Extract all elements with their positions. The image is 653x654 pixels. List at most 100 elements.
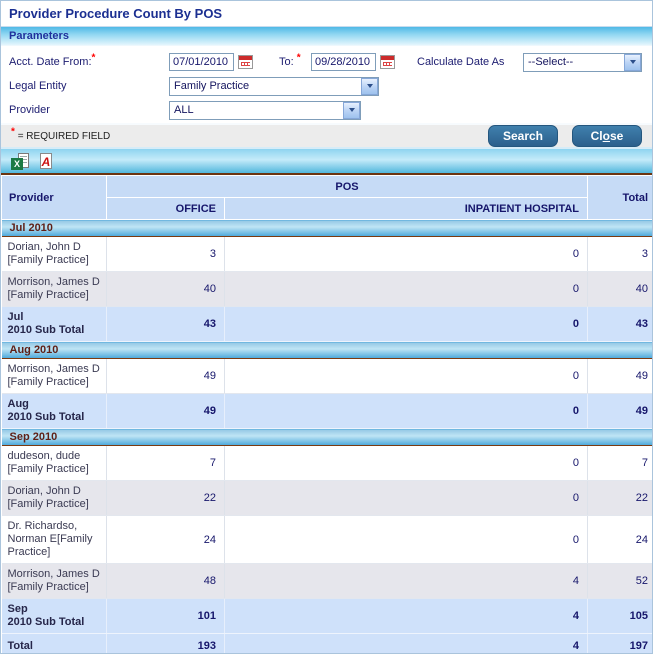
row-total-cell: 52 — [588, 564, 653, 599]
subtotal-total-cell: 105 — [588, 599, 653, 634]
to-label-text: To: — [279, 56, 294, 68]
table-row: Morrison, James D [Family Practice] 40 0… — [2, 272, 653, 307]
provider-name-cell: Dorian, John D [Family Practice] — [2, 481, 107, 516]
col-header-provider: Provider — [2, 176, 107, 220]
parameters-form: Acct. Date From:* To: * Calculate Date A… — [1, 46, 652, 123]
close-button-label: se — [610, 129, 623, 143]
subtotal-office-cell: 49 — [107, 394, 225, 429]
required-asterisk: * — [92, 52, 96, 63]
table-row: dudeson, dude [Family Practice] 7 0 7 — [2, 446, 653, 481]
subtotal-office-cell: 43 — [107, 307, 225, 342]
search-button[interactable]: Search — [488, 125, 558, 147]
office-count-cell: 40 — [107, 272, 225, 307]
col-header-pos: POS — [107, 176, 588, 198]
page-title: Provider Procedure Count By POS — [1, 1, 652, 27]
calendar-icon-from[interactable] — [238, 55, 253, 69]
provider-select[interactable]: ALL — [169, 101, 361, 120]
to-label: To: * — [279, 56, 311, 68]
subtotal-total-cell: 43 — [588, 307, 653, 342]
acct-date-from-input[interactable] — [169, 53, 234, 71]
office-count-cell: 22 — [107, 481, 225, 516]
table-row: Morrison, James D [Family Practice] 48 4… — [2, 564, 653, 599]
close-button-label: Cl — [591, 129, 603, 143]
month-section-header: Aug 2010 — [2, 342, 653, 359]
form-row-provider: Provider ALL — [1, 98, 652, 122]
month-section-label: Jul 2010 — [2, 220, 653, 237]
action-buttons: Search Close — [488, 125, 642, 147]
subtotal-row: Jul 2010 Sub Total 43 0 43 — [2, 307, 653, 342]
excel-x-glyph: X — [11, 158, 23, 170]
provider-name-cell: dudeson, dude [Family Practice] — [2, 446, 107, 481]
office-count-cell: 24 — [107, 516, 225, 564]
provider-name-cell: Dr. Richardso, Norman E[Family Practice] — [2, 516, 107, 564]
inpatient-count-cell: 0 — [225, 359, 588, 394]
calculate-date-as-select[interactable]: --Select-- — [523, 53, 642, 72]
col-header-office: OFFICE — [107, 198, 225, 220]
table-row: Dr. Richardso, Norman E[Family Practice]… — [2, 516, 653, 564]
subtotal-label-cell: Aug 2010 Sub Total — [2, 394, 107, 429]
calendar-icon-to[interactable] — [380, 55, 395, 69]
subtotal-label-cell: Total — [2, 634, 107, 654]
provider-name-cell: Morrison, James D [Family Practice] — [2, 359, 107, 394]
table-row: Morrison, James D [Family Practice] 49 0… — [2, 359, 653, 394]
pdf-a-glyph: A — [37, 156, 55, 168]
subtotal-inpatient-cell: 4 — [225, 634, 588, 654]
inpatient-count-cell: 0 — [225, 237, 588, 272]
form-row-dates: Acct. Date From:* To: * Calculate Date A… — [1, 50, 652, 74]
legal-entity-label: Legal Entity — [9, 80, 169, 92]
month-section-header: Sep 2010 — [2, 429, 653, 446]
month-section-label: Sep 2010 — [2, 429, 653, 446]
acct-date-to-input[interactable] — [311, 53, 376, 71]
inpatient-count-cell: 4 — [225, 564, 588, 599]
required-field-bar: * = REQUIRED FIELD Search Close — [1, 123, 652, 149]
provider-label: Provider — [9, 104, 169, 116]
subtotal-office-cell: 101 — [107, 599, 225, 634]
subtotal-office-cell: 193 — [107, 634, 225, 654]
pdf-export-icon[interactable]: A — [37, 153, 55, 170]
col-header-inpatient: INPATIENT HOSPITAL — [225, 198, 588, 220]
calculate-date-as-value: --Select-- — [524, 56, 624, 68]
subtotal-label-cell: Jul 2010 Sub Total — [2, 307, 107, 342]
row-total-cell: 49 — [588, 359, 653, 394]
table-row: Dorian, John D [Family Practice] 22 0 22 — [2, 481, 653, 516]
chevron-down-icon — [343, 102, 360, 119]
inpatient-count-cell: 0 — [225, 481, 588, 516]
report-window: Provider Procedure Count By POS Paramete… — [0, 0, 653, 654]
close-button[interactable]: Close — [572, 125, 642, 147]
subtotal-total-cell: 49 — [588, 394, 653, 429]
excel-export-icon[interactable]: X — [11, 153, 29, 170]
acct-date-from-label-text: Acct. Date From: — [9, 56, 92, 68]
acct-date-from-label: Acct. Date From:* — [9, 56, 169, 68]
table-row: Dorian, John D [Family Practice] 3 0 3 — [2, 237, 653, 272]
inpatient-count-cell: 0 — [225, 516, 588, 564]
office-count-cell: 49 — [107, 359, 225, 394]
col-header-total: Total — [588, 176, 653, 220]
subtotal-row: Aug 2010 Sub Total 49 0 49 — [2, 394, 653, 429]
legal-entity-select[interactable]: Family Practice — [169, 77, 379, 96]
provider-name-cell: Dorian, John D [Family Practice] — [2, 237, 107, 272]
subtotal-total-cell: 197 — [588, 634, 653, 654]
row-total-cell: 22 — [588, 481, 653, 516]
required-field-note: * = REQUIRED FIELD — [11, 131, 110, 142]
provider-name-cell: Morrison, James D [Family Practice] — [2, 272, 107, 307]
form-row-legal-entity: Legal Entity Family Practice — [1, 74, 652, 98]
required-asterisk: * — [297, 52, 301, 63]
required-field-note-text: = REQUIRED FIELD — [18, 131, 111, 142]
month-section-header: Jul 2010 — [2, 220, 653, 237]
parameters-section-header: Parameters — [1, 27, 652, 46]
subtotal-row: Sep 2010 Sub Total 101 4 105 — [2, 599, 653, 634]
row-total-cell: 40 — [588, 272, 653, 307]
close-button-accesskey: o — [603, 129, 610, 143]
row-total-cell: 3 — [588, 237, 653, 272]
subtotal-inpatient-cell: 0 — [225, 307, 588, 342]
inpatient-count-cell: 0 — [225, 446, 588, 481]
provider-name-cell: Morrison, James D [Family Practice] — [2, 564, 107, 599]
required-asterisk: * — [11, 126, 15, 137]
calculate-date-as-label: Calculate Date As — [417, 56, 523, 68]
office-count-cell: 3 — [107, 237, 225, 272]
subtotal-inpatient-cell: 0 — [225, 394, 588, 429]
row-total-cell: 7 — [588, 446, 653, 481]
row-total-cell: 24 — [588, 516, 653, 564]
chevron-down-icon — [361, 78, 378, 95]
subtotal-label-cell: Sep 2010 Sub Total — [2, 599, 107, 634]
